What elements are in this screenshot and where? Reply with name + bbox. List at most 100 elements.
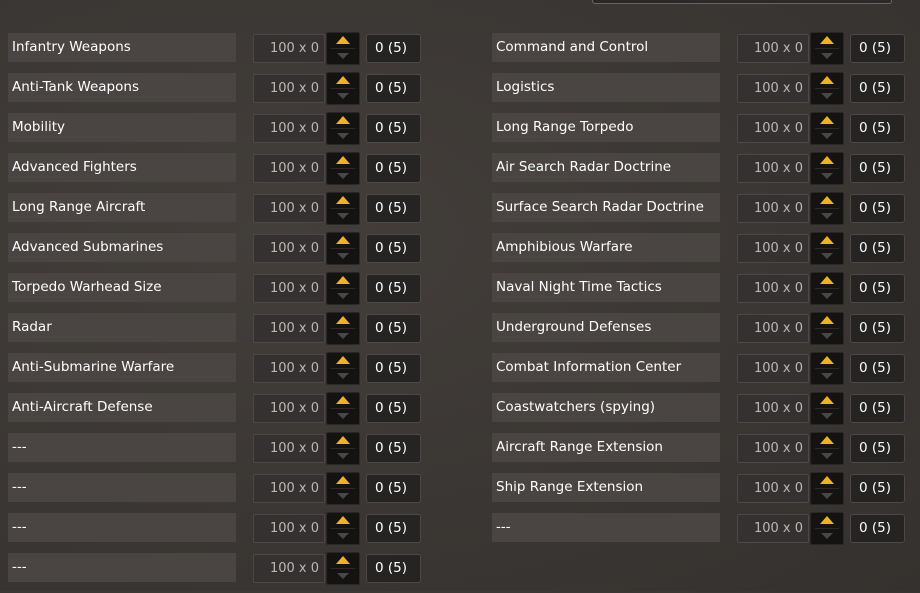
arrow-up-icon[interactable] [820,436,834,444]
allocation-value[interactable]: 100 x 0 [253,394,325,423]
arrow-down-icon[interactable] [337,453,349,459]
arrow-down-icon[interactable] [337,213,349,219]
allocation-value[interactable]: 100 x 0 [737,434,809,463]
arrow-down-icon[interactable] [821,53,833,59]
allocation-stepper[interactable] [326,192,360,225]
allocation-value[interactable]: 100 x 0 [253,274,325,303]
arrow-down-icon[interactable] [337,533,349,539]
arrow-down-icon[interactable] [337,293,349,299]
arrow-up-icon[interactable] [820,276,834,284]
arrow-up-icon[interactable] [336,76,350,84]
arrow-down-icon[interactable] [337,93,349,99]
allocation-value[interactable]: 100 x 0 [253,234,325,263]
arrow-down-icon[interactable] [821,293,833,299]
arrow-up-icon[interactable] [336,156,350,164]
arrow-down-icon[interactable] [821,453,833,459]
arrow-down-icon[interactable] [821,173,833,179]
allocation-value[interactable]: 100 x 0 [253,34,325,63]
allocation-value[interactable]: 100 x 0 [737,514,809,543]
allocation-stepper[interactable] [326,472,360,505]
allocation-value[interactable]: 100 x 0 [737,394,809,423]
allocation-stepper[interactable] [326,32,360,65]
allocation-value[interactable]: 100 x 0 [253,554,325,583]
allocation-stepper[interactable] [810,232,844,265]
arrow-down-icon[interactable] [337,493,349,499]
arrow-down-icon[interactable] [821,333,833,339]
arrow-up-icon[interactable] [820,196,834,204]
arrow-down-icon[interactable] [821,493,833,499]
allocation-value[interactable]: 100 x 0 [737,114,809,143]
arrow-up-icon[interactable] [336,436,350,444]
allocation-stepper[interactable] [810,472,844,505]
allocation-stepper[interactable] [810,112,844,145]
arrow-up-icon[interactable] [336,316,350,324]
arrow-up-icon[interactable] [336,116,350,124]
allocation-value[interactable]: 100 x 0 [253,114,325,143]
allocation-value[interactable]: 100 x 0 [737,34,809,63]
allocation-stepper[interactable] [326,512,360,545]
arrow-up-icon[interactable] [820,116,834,124]
allocation-stepper[interactable] [326,352,360,385]
allocation-value[interactable]: 100 x 0 [253,194,325,223]
allocation-value[interactable]: 100 x 0 [737,74,809,103]
allocation-value[interactable]: 100 x 0 [253,314,325,343]
arrow-down-icon[interactable] [337,373,349,379]
arrow-down-icon[interactable] [821,413,833,419]
arrow-up-icon[interactable] [820,356,834,364]
arrow-down-icon[interactable] [821,373,833,379]
allocation-stepper[interactable] [326,552,360,585]
arrow-up-icon[interactable] [820,36,834,44]
allocation-stepper[interactable] [326,392,360,425]
arrow-up-icon[interactable] [820,316,834,324]
allocation-stepper[interactable] [810,312,844,345]
arrow-up-icon[interactable] [336,476,350,484]
allocation-stepper[interactable] [810,432,844,465]
allocation-stepper[interactable] [810,392,844,425]
allocation-stepper[interactable] [326,232,360,265]
allocation-value[interactable]: 100 x 0 [737,194,809,223]
arrow-down-icon[interactable] [337,413,349,419]
allocation-value[interactable]: 100 x 0 [253,434,325,463]
allocation-value[interactable]: 100 x 0 [737,354,809,383]
allocation-stepper[interactable] [326,152,360,185]
arrow-up-icon[interactable] [336,276,350,284]
allocation-stepper[interactable] [810,192,844,225]
arrow-down-icon[interactable] [821,213,833,219]
allocation-stepper[interactable] [810,272,844,305]
arrow-up-icon[interactable] [336,36,350,44]
allocation-value[interactable]: 100 x 0 [737,474,809,503]
allocation-stepper[interactable] [326,312,360,345]
allocation-value[interactable]: 100 x 0 [253,474,325,503]
allocation-stepper[interactable] [810,512,844,545]
allocation-stepper[interactable] [326,432,360,465]
allocation-value[interactable]: 100 x 0 [253,354,325,383]
allocation-stepper[interactable] [810,352,844,385]
allocation-value[interactable]: 100 x 0 [737,314,809,343]
arrow-up-icon[interactable] [336,356,350,364]
arrow-down-icon[interactable] [337,333,349,339]
allocation-stepper[interactable] [810,72,844,105]
allocation-value[interactable]: 100 x 0 [253,514,325,543]
allocation-stepper[interactable] [326,272,360,305]
arrow-down-icon[interactable] [337,253,349,259]
allocation-stepper[interactable] [810,152,844,185]
arrow-up-icon[interactable] [336,236,350,244]
arrow-up-icon[interactable] [820,156,834,164]
arrow-up-icon[interactable] [336,396,350,404]
allocation-stepper[interactable] [326,72,360,105]
arrow-down-icon[interactable] [337,173,349,179]
arrow-up-icon[interactable] [820,396,834,404]
arrow-up-icon[interactable] [820,236,834,244]
arrow-down-icon[interactable] [821,93,833,99]
arrow-up-icon[interactable] [336,516,350,524]
arrow-down-icon[interactable] [821,533,833,539]
arrow-down-icon[interactable] [821,253,833,259]
allocation-value[interactable]: 100 x 0 [253,154,325,183]
arrow-down-icon[interactable] [821,133,833,139]
arrow-down-icon[interactable] [337,133,349,139]
allocation-stepper[interactable] [326,112,360,145]
arrow-up-icon[interactable] [336,196,350,204]
allocation-value[interactable]: 100 x 0 [737,274,809,303]
arrow-up-icon[interactable] [336,556,350,564]
allocation-stepper[interactable] [810,32,844,65]
